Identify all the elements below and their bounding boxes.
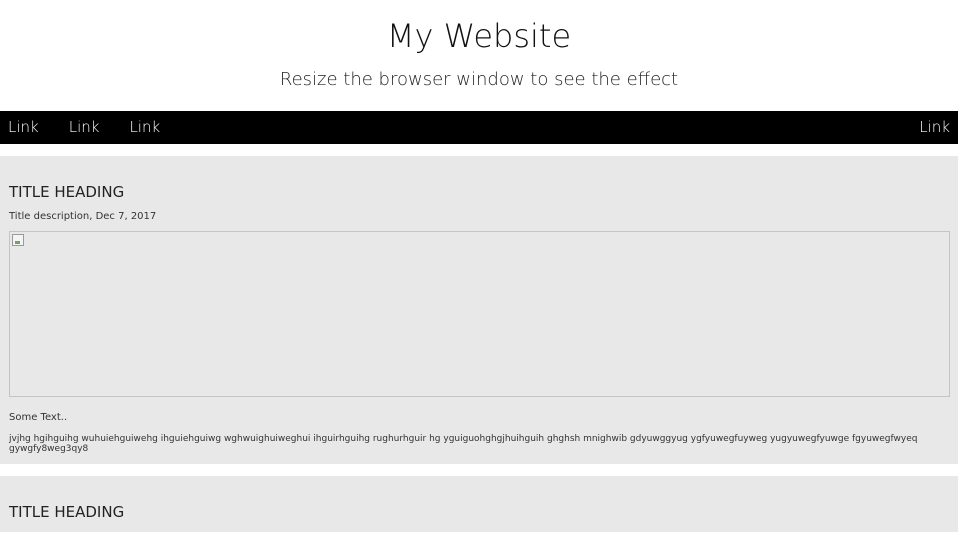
- top-navigation-bar: Link Link Link Link: [0, 111, 958, 144]
- site-title: My Website: [386, 17, 572, 55]
- site-subtitle: Resize the browser window to see the eff…: [279, 69, 679, 90]
- nav-link-1[interactable]: Link: [8, 111, 39, 144]
- post-heading: TITLE HEADING: [9, 183, 125, 201]
- main-content: TITLE HEADING Title description, Dec 7, …: [0, 144, 958, 532]
- post-image: [9, 231, 950, 397]
- post-description: Title description, Dec 7, 2017: [9, 211, 157, 222]
- post-card: TITLE HEADING: [0, 476, 958, 532]
- nav-link-2[interactable]: Link: [69, 111, 100, 144]
- post-heading: TITLE HEADING: [9, 503, 125, 521]
- nav-link-3[interactable]: Link: [129, 111, 160, 144]
- post-body-text: jvjhg hgihguihg wuhuiehguiwehg ihguiehgu…: [9, 434, 918, 454]
- site-header: My Website Resize the browser window to …: [0, 0, 958, 111]
- nav-link-right[interactable]: Link: [919, 111, 950, 144]
- post-some-text: Some Text..: [9, 412, 68, 423]
- post-card: TITLE HEADING Title description, Dec 7, …: [0, 156, 958, 464]
- broken-image-icon: [12, 234, 24, 246]
